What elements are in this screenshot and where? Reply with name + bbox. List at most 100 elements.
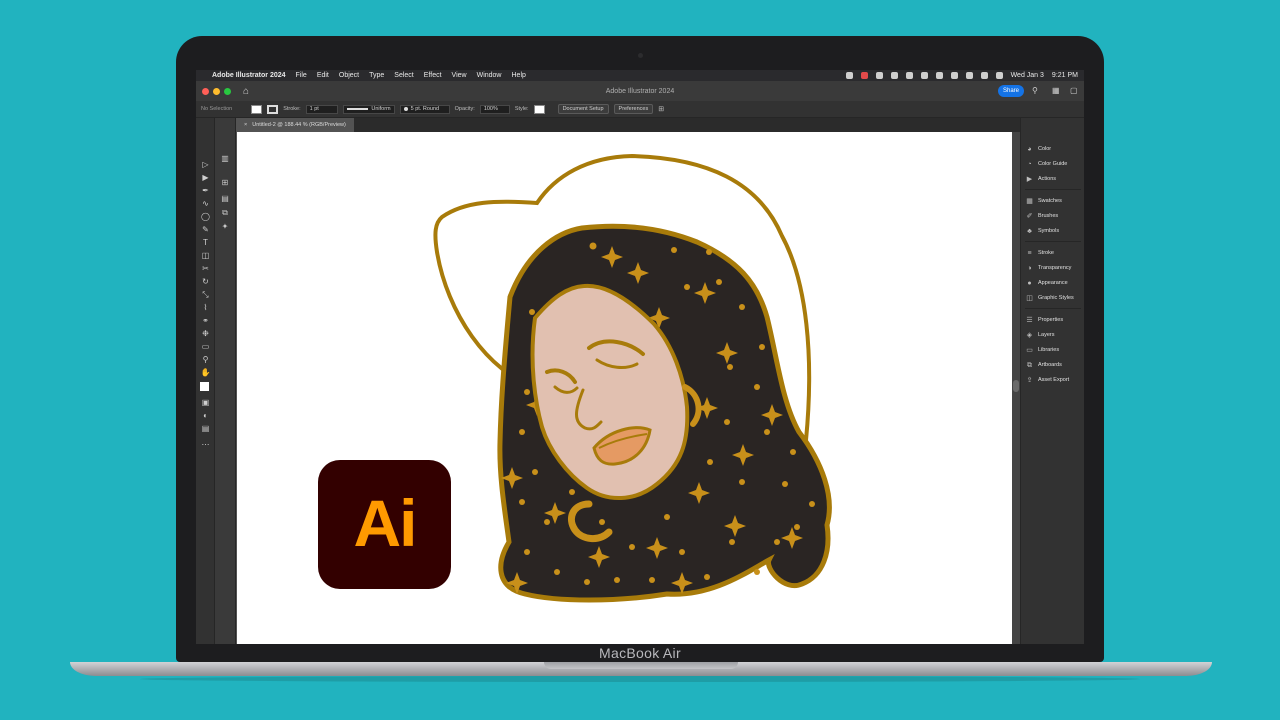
panel-appearance[interactable]: ● Appearance: [1026, 277, 1068, 289]
ellipse-tool-icon[interactable]: ◯: [200, 212, 211, 222]
panel-properties[interactable]: ☰ Properties: [1026, 314, 1063, 326]
brush-select[interactable]: 5 pt. Round: [399, 104, 450, 114]
screen-mode-icon[interactable]: ▤: [200, 424, 211, 434]
stroke-weight-field[interactable]: 1 pt: [305, 104, 338, 114]
arrange-icon[interactable]: ▢: [1070, 86, 1078, 95]
control-center-icon[interactable]: [995, 72, 1003, 79]
style-swatch[interactable]: [533, 104, 545, 114]
fill-swatch[interactable]: [251, 104, 263, 114]
scale-tool-icon[interactable]: ⤡: [200, 290, 211, 300]
panel-label: Appearance: [1038, 280, 1068, 286]
search-icon[interactable]: [980, 72, 988, 79]
direct-selection-tool-icon[interactable]: ▶: [200, 173, 211, 183]
arrange-documents-icon[interactable]: ⊞: [658, 105, 664, 113]
panel-transparency[interactable]: ◑ Transparency: [1026, 262, 1071, 274]
app-title: Adobe Illustrator 2024: [605, 87, 675, 95]
magic-wand-icon[interactable]: ✦: [220, 222, 230, 232]
curvature-tool-icon[interactable]: ∿: [200, 199, 211, 209]
document-tab[interactable]: × Untitled-2 @ 188.44 % (RGB/Preview): [236, 118, 354, 132]
menu-edit[interactable]: Edit: [317, 72, 329, 79]
workspace-icon[interactable]: ▦: [1052, 86, 1060, 95]
tab-close-icon[interactable]: ×: [244, 122, 247, 128]
type-tool-icon[interactable]: T: [200, 238, 211, 248]
menu-view[interactable]: View: [452, 72, 467, 79]
share-button[interactable]: Share: [998, 85, 1025, 97]
hand-tool-icon[interactable]: ✋: [200, 368, 211, 378]
document-setup-button[interactable]: Document Setup: [557, 104, 609, 114]
tools-panel: ▷ ▶ ✒ ∿ ◯ ✎ T ◫ ✂ ↻ ⤡ ⌇ ⚭ ❉ ▭ ⚲ ✋ ▣ ◐ ▤ …: [196, 118, 215, 644]
menu-type[interactable]: Type: [369, 72, 384, 79]
fill-stroke-swatch-icon[interactable]: [200, 382, 209, 391]
menu-date[interactable]: Wed Jan 3: [1011, 72, 1044, 79]
opacity-field[interactable]: 100%: [479, 104, 510, 114]
menu-effect[interactable]: Effect: [424, 72, 442, 79]
preferences-button[interactable]: Preferences: [613, 104, 654, 114]
menu-file[interactable]: File: [296, 72, 307, 79]
panel-swatches[interactable]: ▦ Swatches: [1026, 195, 1062, 207]
pencil-tool-icon[interactable]: ✎: [200, 225, 211, 235]
panel-actions[interactable]: ▶ Actions: [1026, 173, 1056, 185]
panel-brushes[interactable]: ✐ Brushes: [1026, 210, 1059, 222]
drawing-mode-icon[interactable]: ◐: [200, 411, 211, 421]
stroke-icon: ≡: [1027, 249, 1032, 257]
transparency-icon: ◑: [1027, 264, 1032, 272]
home-icon[interactable]: ⌂: [243, 86, 249, 97]
zoom-window-button[interactable]: [224, 87, 231, 95]
sync-icon[interactable]: [875, 72, 883, 79]
artboard-tool-icon[interactable]: ▭: [200, 342, 211, 352]
volume-icon[interactable]: [920, 72, 928, 79]
panel-asset-export[interactable]: ⇪ Asset Export: [1026, 374, 1070, 386]
scissors-tool-icon[interactable]: ✂: [200, 264, 211, 274]
creative-cloud-icon[interactable]: [860, 72, 868, 79]
pen-tool-icon[interactable]: ✒: [200, 186, 211, 196]
scroll-thumb[interactable]: [1013, 380, 1019, 392]
eyedropper-tool-icon[interactable]: ⌇: [200, 303, 211, 313]
panel-label: Transparency: [1038, 265, 1072, 271]
search-icon[interactable]: ⚲: [1032, 86, 1038, 95]
selection-tool-icon[interactable]: ▷: [200, 160, 211, 170]
artboard-nav-icon[interactable]: ▥: [220, 154, 230, 164]
menu-window[interactable]: Window: [477, 72, 502, 79]
panel-label: Properties: [1038, 317, 1064, 323]
symbols-icon: ♣: [1027, 227, 1032, 235]
menu-select[interactable]: Select: [394, 72, 413, 79]
transform-icon[interactable]: ⧉: [220, 208, 230, 218]
profile-label: Uniform: [371, 106, 391, 112]
vertical-scrollbar[interactable]: [1012, 132, 1020, 644]
blend-tool-icon[interactable]: ⚭: [200, 316, 211, 326]
wifi-icon[interactable]: [965, 72, 973, 79]
menu-time[interactable]: 9:21 PM: [1052, 72, 1078, 79]
rotate-tool-icon[interactable]: ↻: [200, 277, 211, 287]
menu-help[interactable]: Help: [512, 72, 526, 79]
layers-icon: ◈: [1026, 331, 1033, 339]
zoom-tool-icon[interactable]: ⚲: [200, 355, 211, 365]
panel-color[interactable]: ◕ Color: [1026, 143, 1051, 155]
drive-icon[interactable]: [890, 72, 898, 79]
menu-object[interactable]: Object: [339, 72, 359, 79]
stroke-swatch[interactable]: [267, 104, 279, 114]
close-window-button[interactable]: [202, 87, 209, 95]
menu-app-name[interactable]: Adobe Illustrator 2024: [212, 72, 286, 79]
grid-icon[interactable]: ⊞: [220, 178, 230, 188]
status-area: Wed Jan 3 9:21 PM: [845, 72, 1078, 79]
panel-label: Libraries: [1038, 347, 1060, 353]
play-icon[interactable]: [950, 72, 958, 79]
actions-icon: ▶: [1026, 175, 1033, 183]
minimize-window-button[interactable]: [213, 87, 220, 95]
airdrop-icon[interactable]: [905, 72, 913, 79]
eraser-tool-icon[interactable]: ◫: [200, 251, 211, 261]
panel-stroke[interactable]: ≡ Stroke: [1026, 247, 1053, 259]
record-icon[interactable]: [845, 72, 853, 79]
symbol-sprayer-icon[interactable]: ❉: [200, 329, 211, 339]
panel-layers[interactable]: ◈ Layers: [1026, 329, 1055, 341]
stroke-profile-select[interactable]: Uniform: [342, 104, 395, 114]
color-mode-icon[interactable]: ▣: [200, 398, 211, 408]
align-icon[interactable]: ▤: [220, 194, 230, 204]
more-tools-icon[interactable]: ⋯: [200, 440, 211, 450]
panel-artboards[interactable]: ⧉ Artboards: [1026, 359, 1062, 371]
bluetooth-icon[interactable]: [935, 72, 943, 79]
panel-color-guide[interactable]: ◔ Color Guide: [1026, 158, 1067, 170]
panel-symbols[interactable]: ♣ Symbols: [1026, 225, 1059, 237]
panel-graphic-styles[interactable]: ◫ Graphic Styles: [1026, 292, 1074, 304]
panel-libraries[interactable]: ▭ Libraries: [1026, 344, 1059, 356]
